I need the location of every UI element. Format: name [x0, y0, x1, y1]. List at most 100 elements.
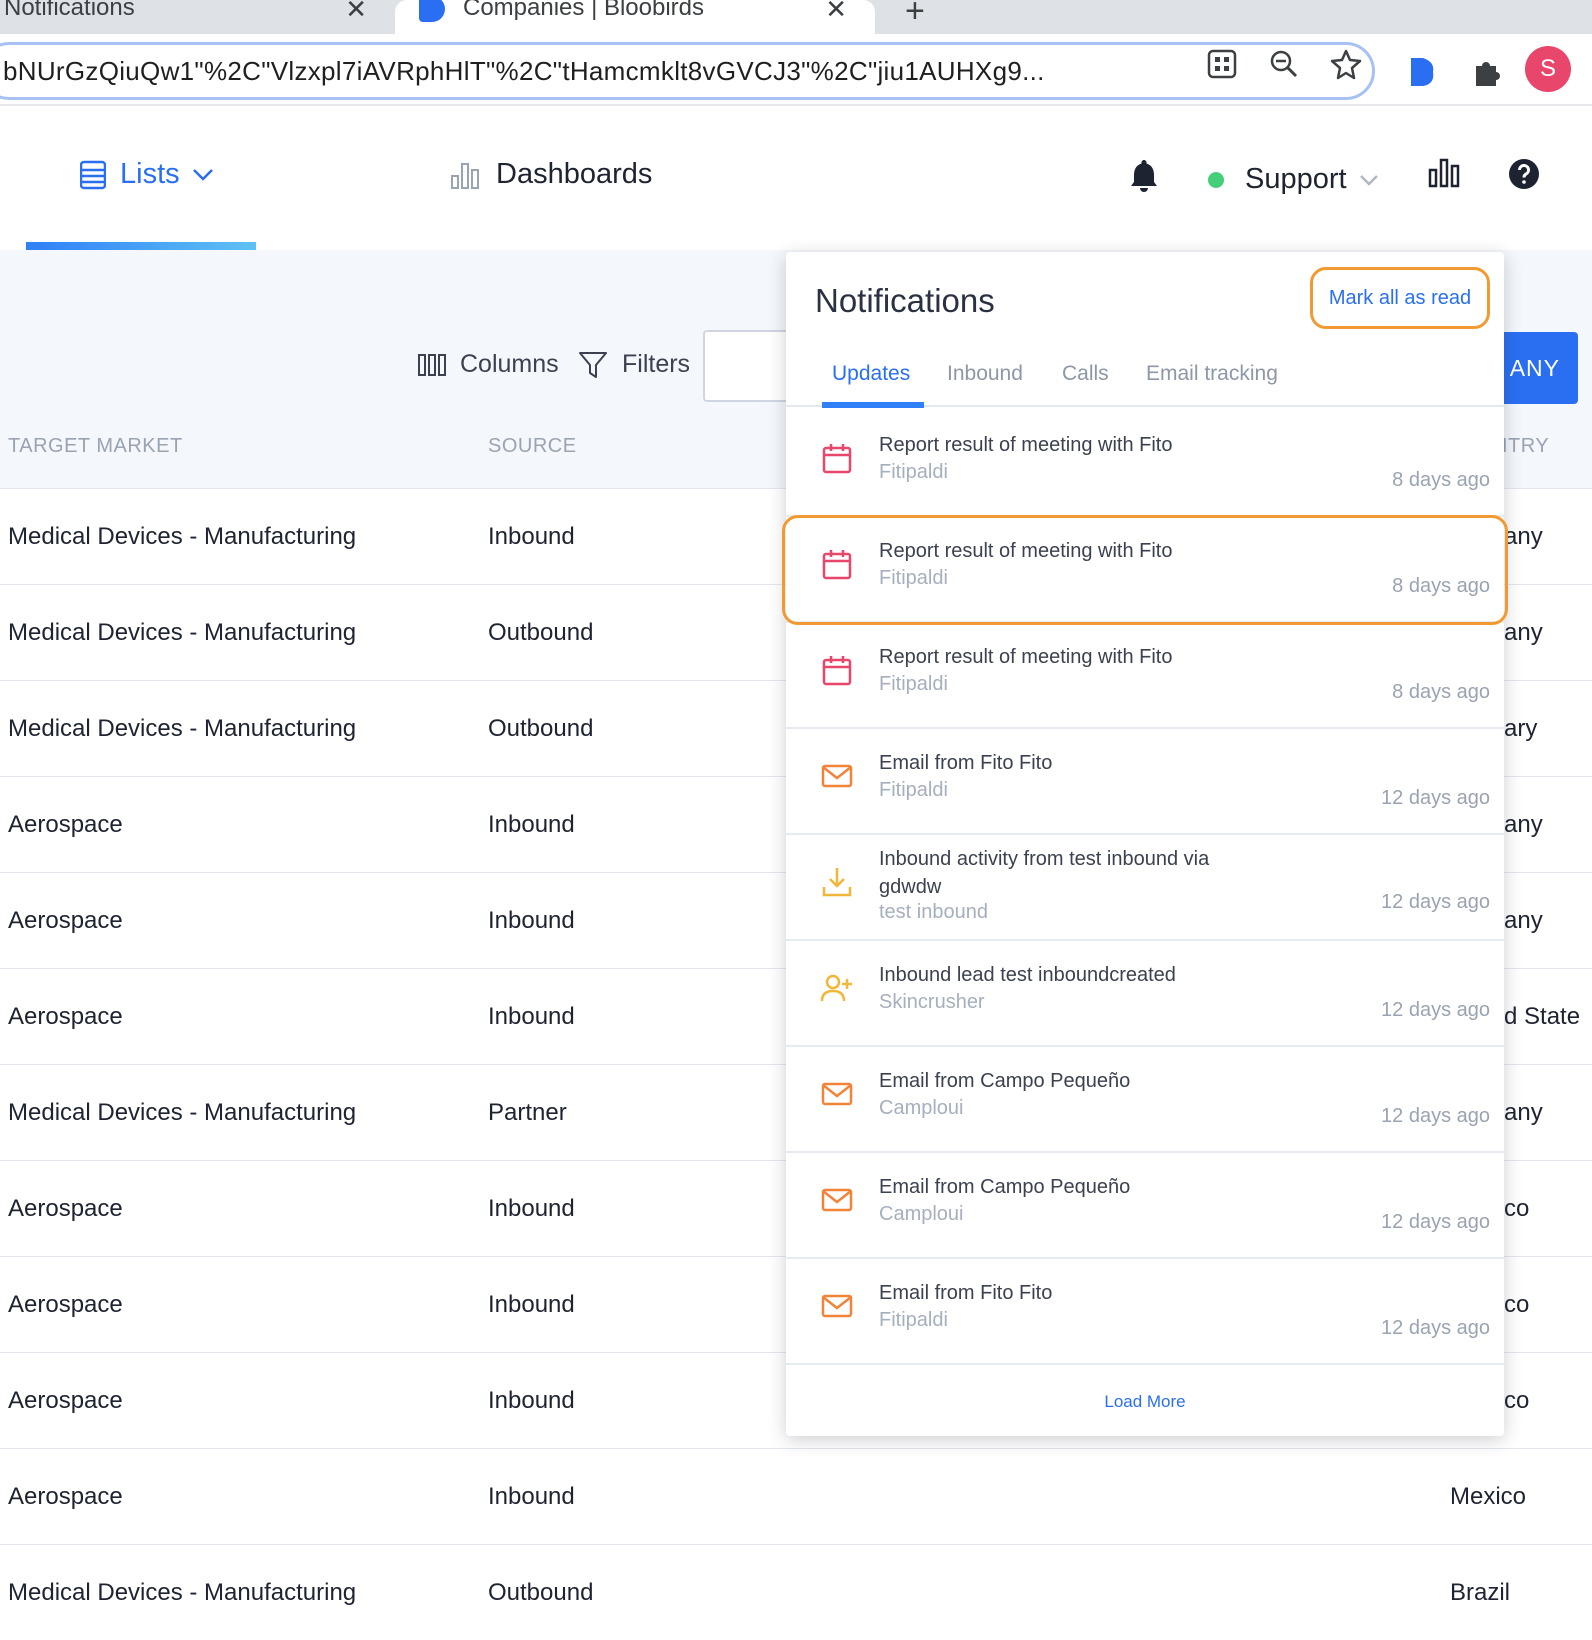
extensions-puzzle-icon[interactable] — [1468, 54, 1504, 90]
cell-country: any — [1504, 1099, 1543, 1126]
close-tab-icon[interactable]: ✕ — [825, 0, 847, 25]
stats-icon[interactable] — [1428, 158, 1460, 193]
notifications-bell-icon[interactable] — [1128, 158, 1160, 197]
filters-button[interactable]: Filters — [578, 350, 690, 379]
notification-item[interactable]: Email from Campo Pequeño Camploui 12 days … — [786, 1151, 1504, 1259]
cell-target-market: Medical Devices - Manufacturing — [8, 1579, 357, 1606]
cell-source: Outbound — [488, 715, 594, 742]
browser-tab-notifications[interactable]: Notifications ✕ — [0, 0, 395, 34]
notification-subtitle: Fitipaldi — [879, 1309, 948, 1331]
chevron-down-icon — [1359, 174, 1378, 186]
calendar-icon — [820, 653, 854, 687]
cell-target-market: Aerospace — [8, 1483, 123, 1510]
notification-item[interactable]: Email from Fito Fito Fitipaldi 12 days ago — [786, 727, 1504, 835]
notifications-panel: Notifications Mark all as read Updates I… — [782, 252, 1508, 1436]
cell-country: co — [1504, 1195, 1530, 1222]
notification-item[interactable]: Report result of meeting with Fito Fitipa… — [782, 515, 1508, 625]
column-header-target-market[interactable]: TARGET MARKET — [8, 435, 183, 458]
cell-target-market: Aerospace — [8, 1387, 123, 1414]
nav-dashboards-label: Dashboards — [496, 158, 653, 190]
notifications-tabs: Updates Inbound Calls Email tracking — [786, 350, 1504, 408]
url-text[interactable]: bNUrGzQiuQw1"%2C"Vlzxpl7iAVRphHlT"%2C"tH… — [3, 56, 1163, 87]
filter-icon — [579, 351, 607, 378]
notification-time: 12 days ago — [1381, 1211, 1490, 1233]
cell-source: Outbound — [488, 1579, 594, 1606]
cell-target-market: Aerospace — [8, 907, 123, 934]
cell-country: any — [1504, 907, 1543, 934]
notification-time: 12 days ago — [1381, 891, 1490, 913]
column-header-source[interactable]: SOURCE — [488, 435, 577, 458]
browser-toolbar: bNUrGzQiuQw1"%2C"Vlzxpl7iAVRphHlT"%2C"tH… — [0, 34, 1592, 106]
active-tab-indicator — [822, 402, 924, 408]
browser-tabstrip: Notifications ✕ Companies | Bloobirds ✕ … — [0, 0, 1592, 34]
account-menu[interactable]: Support — [1245, 163, 1379, 196]
cell-target-market: Medical Devices - Manufacturing — [8, 619, 357, 646]
address-bar[interactable]: bNUrGzQiuQw1"%2C"Vlzxpl7iAVRphHlT"%2C"tH… — [0, 42, 1375, 100]
help-icon[interactable] — [1508, 158, 1540, 195]
app-header: Lists Dashboards Support — [0, 108, 1592, 250]
cell-target-market: Aerospace — [8, 1003, 123, 1030]
notification-subtitle: test inbound — [879, 901, 988, 923]
mail-icon — [820, 759, 854, 793]
browser-tab-companies[interactable]: Companies | Bloobirds ✕ — [395, 0, 875, 34]
notification-subtitle: Fitipaldi — [879, 461, 948, 483]
new-tab-button[interactable]: + — [905, 0, 925, 31]
profile-avatar[interactable]: S — [1525, 46, 1571, 92]
cell-target-market: Aerospace — [8, 1291, 123, 1318]
tab-email-tracking[interactable]: Email tracking — [1146, 362, 1278, 386]
notification-time: 12 days ago — [1381, 999, 1490, 1021]
load-more-button[interactable]: Load More — [786, 1392, 1504, 1412]
zoom-icon[interactable] — [1268, 48, 1300, 80]
notification-title: Email from Fito Fito — [879, 1282, 1053, 1304]
table-row[interactable]: Aerospace Inbound Mexico — [0, 1448, 1592, 1544]
notification-item[interactable]: Inbound activity from test inbound via g… — [786, 833, 1504, 941]
cell-country: Brazil — [1450, 1579, 1511, 1606]
cell-target-market: Medical Devices - Manufacturing — [8, 1099, 357, 1126]
notification-time: 12 days ago — [1381, 1317, 1490, 1339]
cell-target-market: Medical Devices - Manufacturing — [8, 523, 357, 550]
table-row[interactable]: Medical Devices - Manufacturing Outbound B… — [0, 1544, 1592, 1640]
notification-subtitle: Fitipaldi — [879, 673, 948, 695]
notification-item[interactable]: Inbound lead test inboundcreated Skincrus… — [786, 939, 1504, 1047]
column-header-country[interactable]: ITRY — [1502, 435, 1549, 458]
notification-item[interactable]: Email from Campo Pequeño Camploui 12 days … — [786, 1045, 1504, 1153]
cell-source: Inbound — [488, 1195, 575, 1222]
notification-title: Email from Campo Pequeño — [879, 1176, 1131, 1198]
nav-lists[interactable]: Lists — [80, 158, 214, 191]
close-tab-icon[interactable]: ✕ — [345, 0, 367, 25]
mark-all-read-button[interactable]: Mark all as read — [1310, 267, 1490, 329]
cell-country: ary — [1504, 715, 1538, 742]
mail-icon — [820, 1183, 854, 1217]
filters-label: Filters — [622, 350, 691, 378]
bloobirds-extension-icon[interactable] — [1404, 54, 1440, 90]
cell-target-market: Aerospace — [8, 811, 123, 838]
list-icon — [80, 160, 106, 189]
bookmark-star-icon[interactable] — [1330, 48, 1362, 80]
cell-country: Mexico — [1450, 1483, 1527, 1510]
tab-calls[interactable]: Calls — [1062, 362, 1109, 386]
tab-inbound[interactable]: Inbound — [947, 362, 1023, 386]
notification-subtitle: Fitipaldi — [879, 779, 948, 801]
notification-item[interactable]: Report result of meeting with Fito Fitipa… — [786, 409, 1504, 517]
mail-icon — [820, 1077, 854, 1111]
nav-lists-label: Lists — [120, 158, 180, 190]
nav-dashboards[interactable]: Dashboards — [450, 158, 652, 191]
cell-country: d State — [1504, 1003, 1581, 1030]
bloobirds-favicon-icon — [419, 0, 445, 22]
qr-code-icon[interactable] — [1206, 48, 1238, 80]
notification-item[interactable]: Report result of meeting with Fito Fitipa… — [786, 621, 1504, 729]
notification-subtitle: Skincrusher — [879, 991, 985, 1013]
notification-subtitle: Camploui — [879, 1097, 964, 1119]
cell-source: Inbound — [488, 1003, 575, 1030]
cell-source: Inbound — [488, 907, 575, 934]
tab-updates[interactable]: Updates — [832, 362, 910, 386]
tab-title: Companies | Bloobirds — [463, 0, 705, 21]
notification-title: Inbound activity from test inbound via g… — [879, 848, 1210, 898]
columns-button[interactable]: Columns — [418, 350, 559, 379]
notification-time: 8 days ago — [1392, 681, 1490, 703]
notification-time: 12 days ago — [1381, 1105, 1490, 1127]
cell-source: Inbound — [488, 811, 575, 838]
cell-source: Inbound — [488, 1291, 575, 1318]
cell-target-market: Medical Devices - Manufacturing — [8, 715, 357, 742]
notification-item[interactable]: Email from Fito Fito Fitipaldi 12 days ago — [786, 1257, 1504, 1365]
